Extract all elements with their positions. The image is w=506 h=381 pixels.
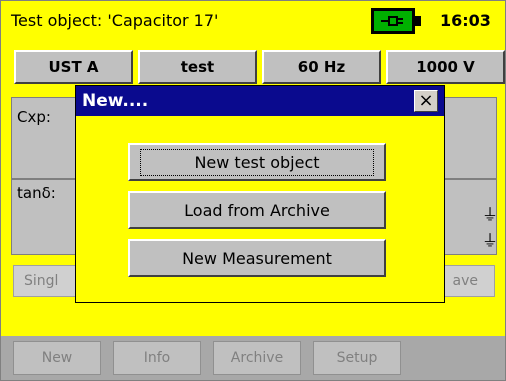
info-button-label: Info [143, 350, 171, 366]
ground-symbol-icon: ⏚ [482, 205, 499, 224]
new-measurement-label: New Measurement [182, 248, 332, 268]
voltage-label: 1000 V [416, 58, 475, 76]
measurement-mode-label: UST A [48, 58, 99, 76]
info-button[interactable]: Info [113, 341, 201, 375]
tand-label: tanδ: [17, 184, 56, 202]
frequency-button[interactable]: 60 Hz [262, 50, 381, 84]
close-button[interactable]: × [414, 90, 438, 112]
single-button-label: Singl [24, 273, 59, 289]
setup-button[interactable]: Setup [313, 341, 401, 375]
clock: 16:03 [440, 11, 491, 30]
new-dialog: New.... × New test object Load from Arch… [75, 85, 445, 303]
new-button[interactable]: New [13, 341, 101, 375]
dialog-title: New.... [82, 91, 149, 111]
frequency-label: 60 Hz [297, 58, 346, 76]
new-test-object-button[interactable]: New test object [128, 143, 386, 181]
new-measurement-button[interactable]: New Measurement [128, 239, 386, 277]
new-test-object-label: New test object [140, 148, 374, 176]
save-button-label: ave [452, 273, 478, 289]
app-window: Test object: 'Capacitor 17' 16:03 UST A … [0, 0, 506, 381]
close-icon: × [418, 90, 434, 111]
archive-button-label: Archive [230, 350, 284, 366]
load-from-archive-label: Load from Archive [184, 200, 330, 220]
test-object-title: Test object: 'Capacitor 17' [11, 11, 219, 30]
load-from-archive-button[interactable]: Load from Archive [128, 191, 386, 229]
new-button-label: New [41, 350, 73, 366]
setup-button-label: Setup [336, 350, 378, 366]
test-mode-label: test [180, 58, 215, 76]
earth-symbol-icon: ⏚ [482, 231, 499, 250]
dialog-title-bar: New.... × [76, 86, 444, 116]
cxp-label: Cxp: [17, 108, 51, 126]
voltage-button[interactable]: 1000 V [386, 50, 505, 84]
battery-plug-icon [371, 8, 421, 34]
archive-button[interactable]: Archive [213, 341, 301, 375]
test-mode-button[interactable]: test [138, 50, 257, 84]
measurement-mode-button[interactable]: UST A [14, 50, 133, 84]
